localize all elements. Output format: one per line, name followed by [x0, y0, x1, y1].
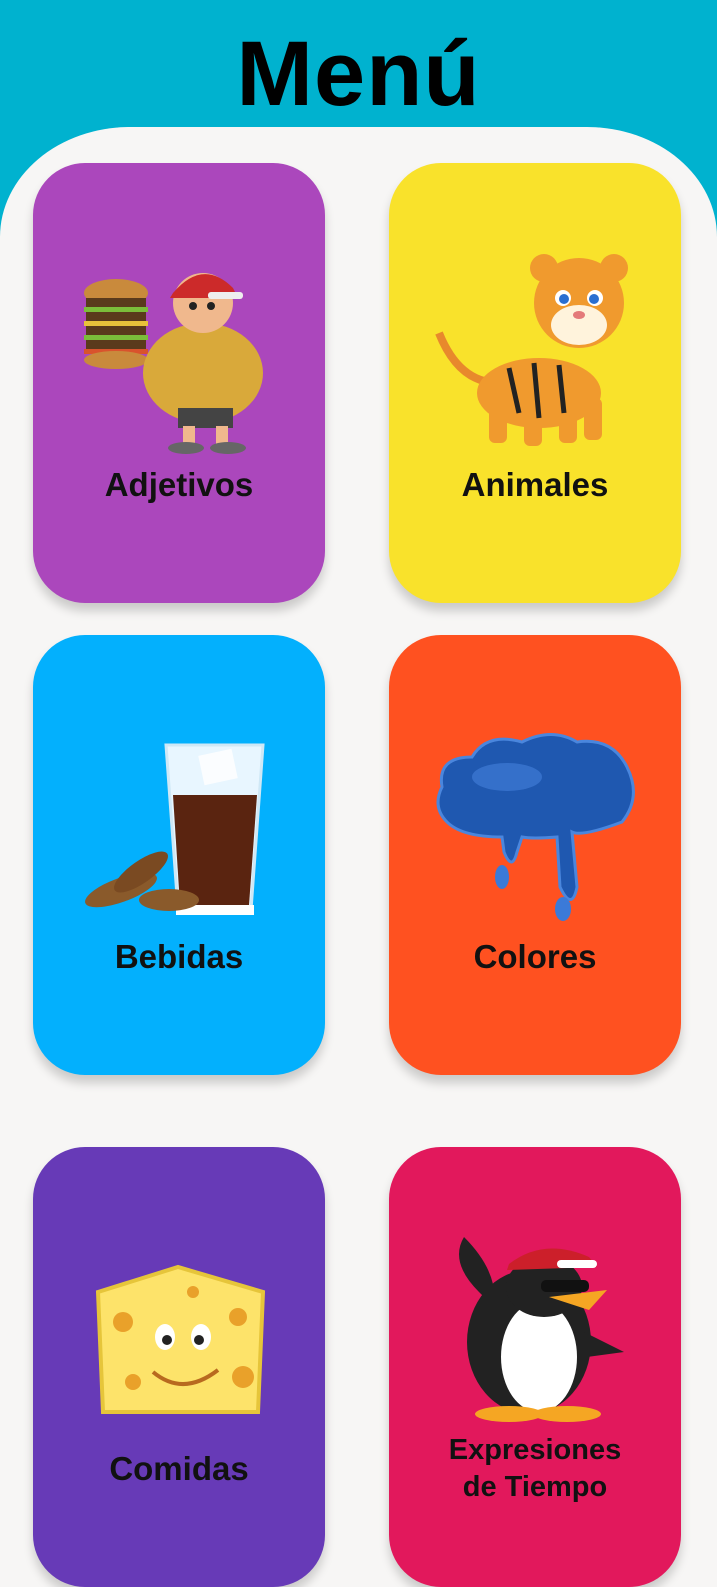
cheese-icon: [95, 1264, 266, 1414]
menu-card-comidas[interactable]: Comidas: [33, 1147, 325, 1587]
menu-card-label-line1: Expresiones: [448, 1434, 622, 1466]
menu-card-colores[interactable]: Colores: [389, 635, 681, 1075]
menu-card-label: Animales: [461, 466, 609, 503]
menu-card-label: Comidas: [109, 1450, 249, 1487]
menu-card-expresiones-de-tiempo[interactable]: Expresiones de Tiempo: [389, 1147, 681, 1587]
menu-card-label: Adjetivos: [104, 466, 254, 503]
tiger-icon: [435, 254, 628, 446]
menu-card-bebidas[interactable]: Bebidas: [33, 635, 325, 1075]
drink-glass-icon: [85, 743, 265, 915]
penguin-icon: [459, 1237, 624, 1422]
paint-splash-icon: [436, 733, 635, 921]
page-title: Menú: [236, 23, 481, 125]
menu-card-adjetivos[interactable]: Adjetivos: [33, 163, 325, 603]
fat-man-burger-icon: [84, 273, 263, 454]
menu-card-label: Bebidas: [114, 938, 244, 975]
menu-card-label-line2: de Tiempo: [462, 1471, 608, 1503]
menu-card-label: Colores: [473, 938, 597, 975]
menu-card-animales[interactable]: Animales: [389, 163, 681, 603]
